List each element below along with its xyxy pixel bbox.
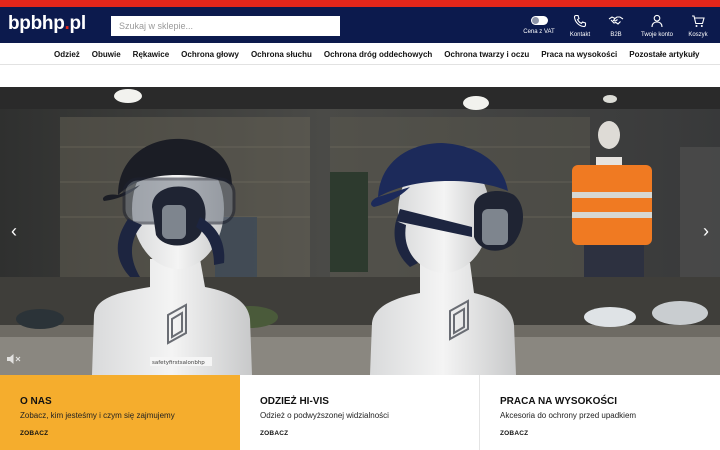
nav-item-rekawice[interactable]: Rękawice [133,50,169,59]
nav-item-pozostale-artykuly[interactable]: Pozostałe artykuły [629,50,699,59]
card-about-us[interactable]: O NAS Zobacz, kim jesteśmy i czym się za… [0,375,240,450]
slider-prev-arrow[interactable]: ‹ [4,218,24,244]
nav-item-ochrona-sluchu[interactable]: Ochrona słuchu [251,50,312,59]
b2b-label: B2B [610,32,622,38]
card-link[interactable]: ZOBACZ [20,430,48,437]
user-icon [651,14,663,28]
hero-image: safetyfirstsalonbhp [0,87,720,375]
slider-next-arrow[interactable]: › [696,218,716,244]
nav-item-ochrona-drog-oddechowych[interactable]: Ochrona dróg oddechowych [324,50,432,59]
top-accent-bar [0,0,720,7]
vat-price-toggle[interactable]: Cena z VAT [522,14,556,42]
contact-label: Kontakt [569,32,591,38]
account-button[interactable]: Twoje konto [638,14,676,42]
account-label: Twoje konto [640,32,674,38]
nav-item-praca-na-wysokosci[interactable]: Praca na wysokości [541,50,617,59]
card-title: ODZIEŻ HI-VIS [260,396,329,407]
speaker-muted-icon [7,354,21,364]
nav-item-ochrona-glowy[interactable]: Ochrona głowy [181,50,239,59]
contact-button[interactable]: Kontakt [566,14,594,42]
nav-item-ochrona-twarzy-i-oczu[interactable]: Ochrona twarzy i oczu [444,50,529,59]
card-description: Odzież o podwyższonej widzialności [260,411,389,420]
logo-tld: pl [69,13,87,34]
chevron-left-icon: ‹ [11,221,17,241]
card-hi-vis[interactable]: ODZIEŻ HI-VIS Odzież o podwyższonej widz… [240,375,480,450]
card-description: Akcesoria do ochrony przed upadkiem [500,411,637,420]
nav-item-odziez[interactable]: Odzież [54,50,80,59]
card-title: PRACA NA WYSOKOŚCI [500,396,618,407]
logo-text: bpbhp [8,13,65,34]
svg-text:safetyfirstsalonbhp: safetyfirstsalonbhp [152,360,205,366]
mute-button[interactable] [6,353,22,367]
phone-icon [573,14,587,28]
search-input[interactable] [111,16,340,36]
vat-toggle-switch[interactable] [530,16,548,25]
cart-button[interactable]: Koszyk [684,14,712,42]
cart-label: Koszyk [688,32,708,38]
card-link[interactable]: ZOBACZ [260,430,288,437]
hero-slider[interactable]: safetyfirstsalonbhp ‹ › [0,87,720,375]
b2b-button[interactable]: B2B [604,14,628,42]
vat-toggle-label: Cena z VAT [523,29,555,35]
site-logo[interactable]: bpbhp.pl [8,13,86,35]
card-link[interactable]: ZOBACZ [500,430,528,437]
nav-item-obuwie[interactable]: Obuwie [92,50,121,59]
card-title: O NAS [20,396,52,407]
feature-cards: O NAS Zobacz, kim jesteśmy i czym się za… [0,375,720,450]
chevron-right-icon: › [703,221,709,241]
handshake-icon [608,16,624,25]
category-nav: Odzież Obuwie Rękawice Ochrona głowy Och… [0,43,720,65]
card-work-at-height[interactable]: PRACA NA WYSOKOŚCI Akcesoria do ochrony … [480,375,720,450]
spacer-strip [0,65,720,87]
site-header: bpbhp.pl Cena z VAT Kontakt B2B Twoje ko… [0,7,720,43]
cart-icon [692,15,705,27]
card-description: Zobacz, kim jesteśmy i czym się zajmujem… [20,411,175,420]
